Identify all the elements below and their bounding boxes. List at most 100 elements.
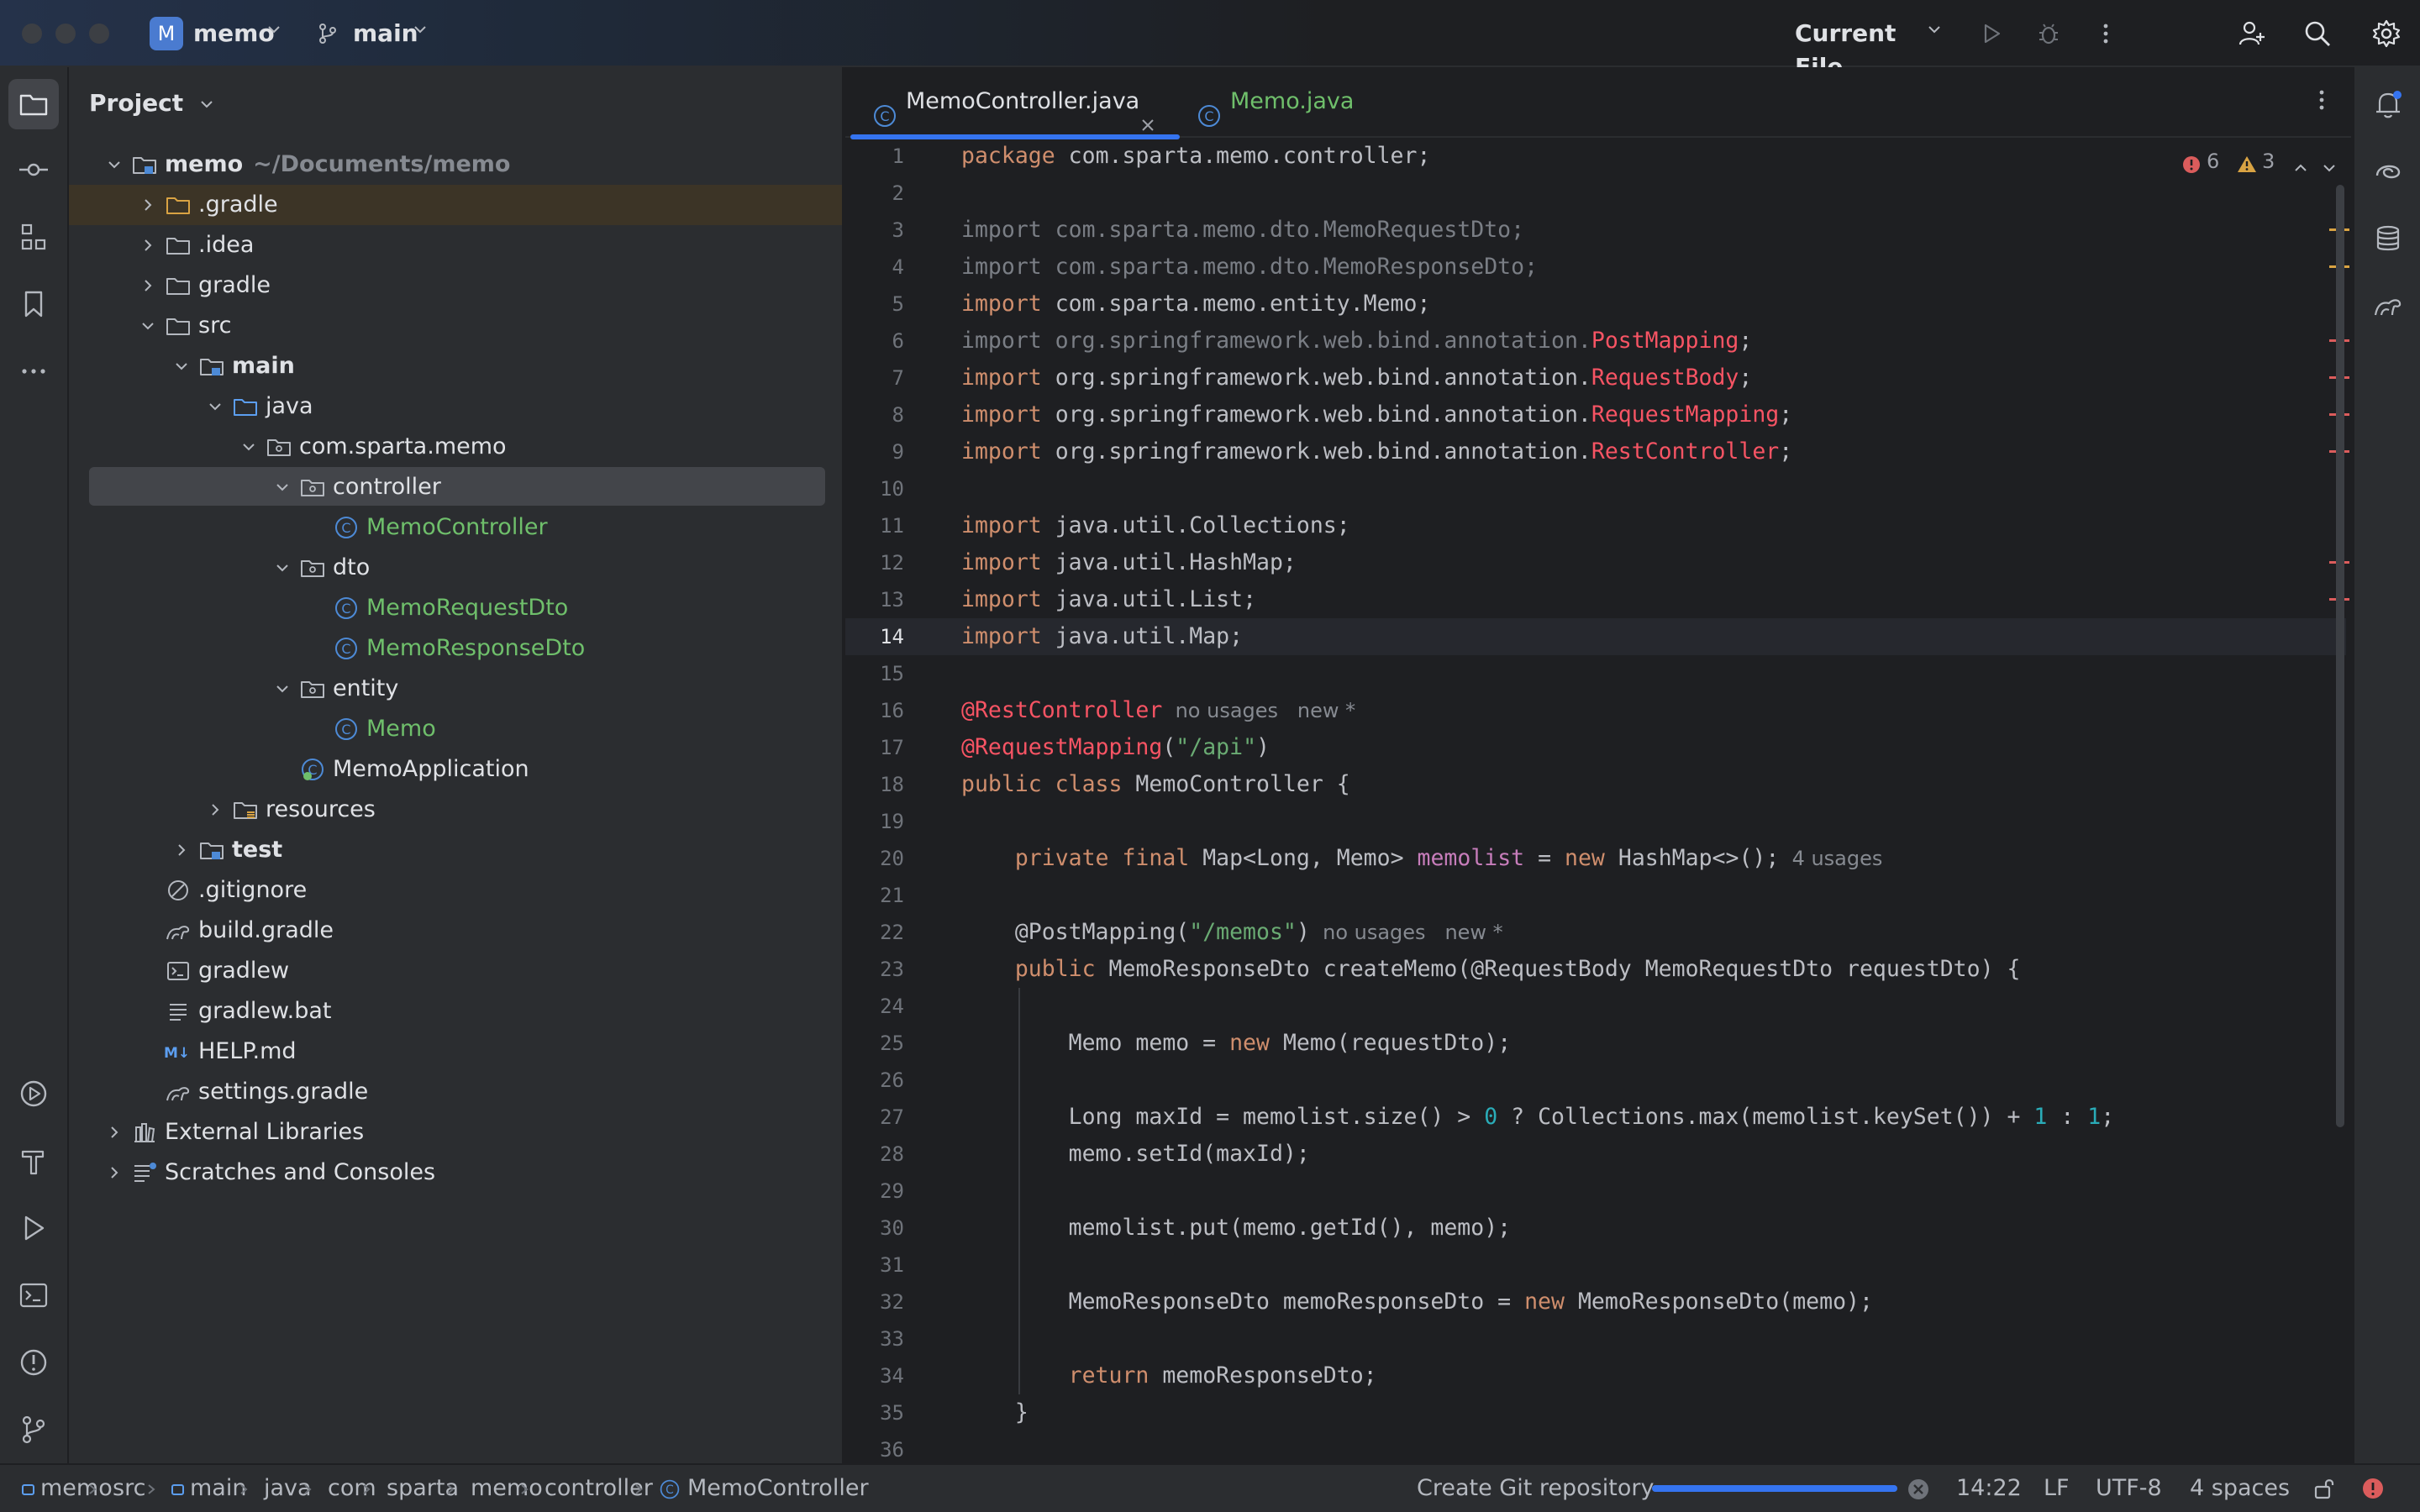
tree-item-settings-gradle[interactable]: settings.gradle: [69, 1072, 842, 1112]
tree-item-memoapplication[interactable]: C MemoApplication: [69, 749, 842, 790]
terminal-tool-icon[interactable]: [8, 1270, 59, 1320]
tree-item-memocontroller[interactable]: C MemoController: [69, 507, 842, 548]
tree-item-help-md[interactable]: M↓ HELP.md: [69, 1032, 842, 1072]
bookmarks-tool-icon[interactable]: [8, 279, 59, 329]
tree-item-gradle[interactable]: .gradle: [69, 185, 842, 225]
file-encoding[interactable]: UTF-8: [2096, 1465, 2162, 1512]
tree-item-memo[interactable]: C Memo: [69, 709, 842, 749]
run-config-selector[interactable]: Current File: [1795, 17, 1946, 81]
commit-tool-icon[interactable]: [8, 144, 59, 195]
breadcrumb-item[interactable]: main: [171, 1465, 246, 1512]
tree-item-gradlew-bat[interactable]: gradlew.bat: [69, 991, 842, 1032]
tree-item-test[interactable]: test: [69, 830, 842, 870]
chevron-down-icon[interactable]: [271, 669, 294, 709]
tree-item-memo[interactable]: memo ~/Documents/memo: [69, 144, 842, 185]
line-separator[interactable]: LF: [2044, 1465, 2070, 1512]
chevron-right-icon[interactable]: [103, 1152, 126, 1193]
tree-item-memorequestdto[interactable]: C MemoRequestDto: [69, 588, 842, 628]
cursor-position[interactable]: 14:22: [1956, 1465, 2022, 1512]
tree-item-label: dto: [333, 554, 371, 580]
tree-item-memoresponsedto[interactable]: C MemoResponseDto: [69, 628, 842, 669]
code-line: @PostMapping("/memos") no usages new *: [961, 914, 1503, 951]
tree-item-scratches-and-consoles[interactable]: Scratches and Consoles: [69, 1152, 842, 1193]
services-tool-icon[interactable]: [8, 1068, 59, 1119]
code-token: org.springframework.web.bind.annotation.: [1055, 438, 1591, 465]
problems-tool-icon[interactable]: [8, 1337, 59, 1388]
tree-item-external-libraries[interactable]: External Libraries: [69, 1112, 842, 1152]
run-icon[interactable]: [1975, 17, 2008, 50]
tree-item-entity[interactable]: entity: [69, 669, 842, 709]
search-icon[interactable]: [2301, 17, 2334, 50]
chevron-down-icon[interactable]: [103, 144, 126, 185]
cancel-task-icon[interactable]: [1907, 1478, 1929, 1506]
build-tool-icon[interactable]: [8, 1136, 59, 1186]
code-line: import com.sparta.memo.dto.MemoRequestDt…: [961, 212, 1524, 249]
window-zoom-button[interactable]: [89, 24, 109, 44]
resources-folder-icon: [230, 795, 260, 825]
more-vertical-icon[interactable]: [2089, 17, 2123, 50]
tree-item-main[interactable]: main: [69, 346, 842, 386]
project-widget[interactable]: M memo: [146, 17, 289, 50]
tree-item-label: MemoController: [366, 514, 548, 540]
add-user-icon[interactable]: [2235, 17, 2269, 50]
tree-item-gradle[interactable]: gradle: [69, 265, 842, 306]
tree-item-src[interactable]: src: [69, 306, 842, 346]
line-number: 21: [880, 884, 904, 907]
indent-guide: [1018, 988, 1020, 1394]
chevron-right-icon[interactable]: [136, 185, 160, 225]
tree-item-idea[interactable]: .idea: [69, 225, 842, 265]
chevron-down-icon[interactable]: [237, 427, 260, 467]
indent-setting[interactable]: 4 spaces: [2190, 1465, 2290, 1512]
code-token: memolist.put(memo.getId(), memo);: [961, 1215, 1512, 1241]
project-tool-icon[interactable]: [8, 79, 59, 129]
gradle-icon[interactable]: [2363, 281, 2413, 331]
tree-item-java[interactable]: java: [69, 386, 842, 427]
chevron-down-icon[interactable]: [271, 467, 294, 507]
chevron-down-icon[interactable]: [2321, 153, 2338, 186]
chevron-down-icon[interactable]: [170, 346, 193, 386]
chevron-right-icon[interactable]: [103, 1112, 126, 1152]
chevron-up-icon[interactable]: [2292, 153, 2309, 186]
ai-assistant-icon[interactable]: [2363, 146, 2413, 197]
branch-widget[interactable]: main: [316, 17, 442, 50]
more-vertical-icon[interactable]: [2309, 87, 2334, 116]
structure-tool-icon[interactable]: [8, 212, 59, 262]
breadcrumb-item[interactable]: src: [113, 1465, 145, 1512]
chevron-down-icon[interactable]: [203, 386, 227, 427]
git-tool-icon[interactable]: [8, 1404, 59, 1455]
tab-memocontroller[interactable]: C MemoController.java: [850, 67, 1180, 139]
project-view-selector[interactable]: Project: [89, 82, 215, 124]
breadcrumb-item[interactable]: C MemoController: [659, 1465, 869, 1512]
git-task-label[interactable]: Create Git repository: [1417, 1465, 1654, 1512]
chevron-right-icon[interactable]: [170, 830, 193, 870]
tree-item-gradlew[interactable]: gradlew: [69, 951, 842, 991]
code-token: @RestController: [961, 697, 1163, 723]
breadcrumb-item[interactable]: memo: [471, 1465, 543, 1512]
window-close-button[interactable]: [22, 24, 42, 44]
window-minimize-button[interactable]: [55, 24, 76, 44]
tree-item-com-sparta-memo[interactable]: com.sparta.memo: [69, 427, 842, 467]
debug-icon[interactable]: [2032, 17, 2065, 50]
notifications-icon[interactable]: [2363, 79, 2413, 129]
module-icon: [22, 1483, 34, 1495]
chevron-right-icon[interactable]: [203, 790, 227, 830]
settings-gear-icon[interactable]: [2370, 17, 2403, 50]
run-tool-icon[interactable]: [8, 1203, 59, 1253]
chevron-right-icon[interactable]: [136, 265, 160, 306]
chevron-down-icon[interactable]: [271, 548, 294, 588]
editor-scrollbar[interactable]: [2336, 185, 2344, 1127]
lock-open-icon[interactable]: [2312, 1477, 2336, 1506]
error-indicator-icon[interactable]: [2361, 1477, 2385, 1506]
inspection-widget[interactable]: 6 3: [2181, 144, 2341, 178]
database-icon[interactable]: [2363, 213, 2413, 264]
tree-item-gitignore[interactable]: .gitignore: [69, 870, 842, 911]
tree-item-controller[interactable]: controller: [69, 467, 842, 507]
tree-item-build-gradle[interactable]: build.gradle: [69, 911, 842, 951]
tree-item-resources[interactable]: resources: [69, 790, 842, 830]
chevron-right-icon[interactable]: [136, 225, 160, 265]
chevron-down-icon[interactable]: [136, 306, 160, 346]
code-editor[interactable]: 1 package com.sparta.memo.controller; 2 3 im…: [845, 138, 2351, 1463]
tree-item-dto[interactable]: dto: [69, 548, 842, 588]
tab-memo[interactable]: C Memo.java: [1190, 67, 1358, 138]
more-tools-icon[interactable]: [8, 346, 59, 396]
